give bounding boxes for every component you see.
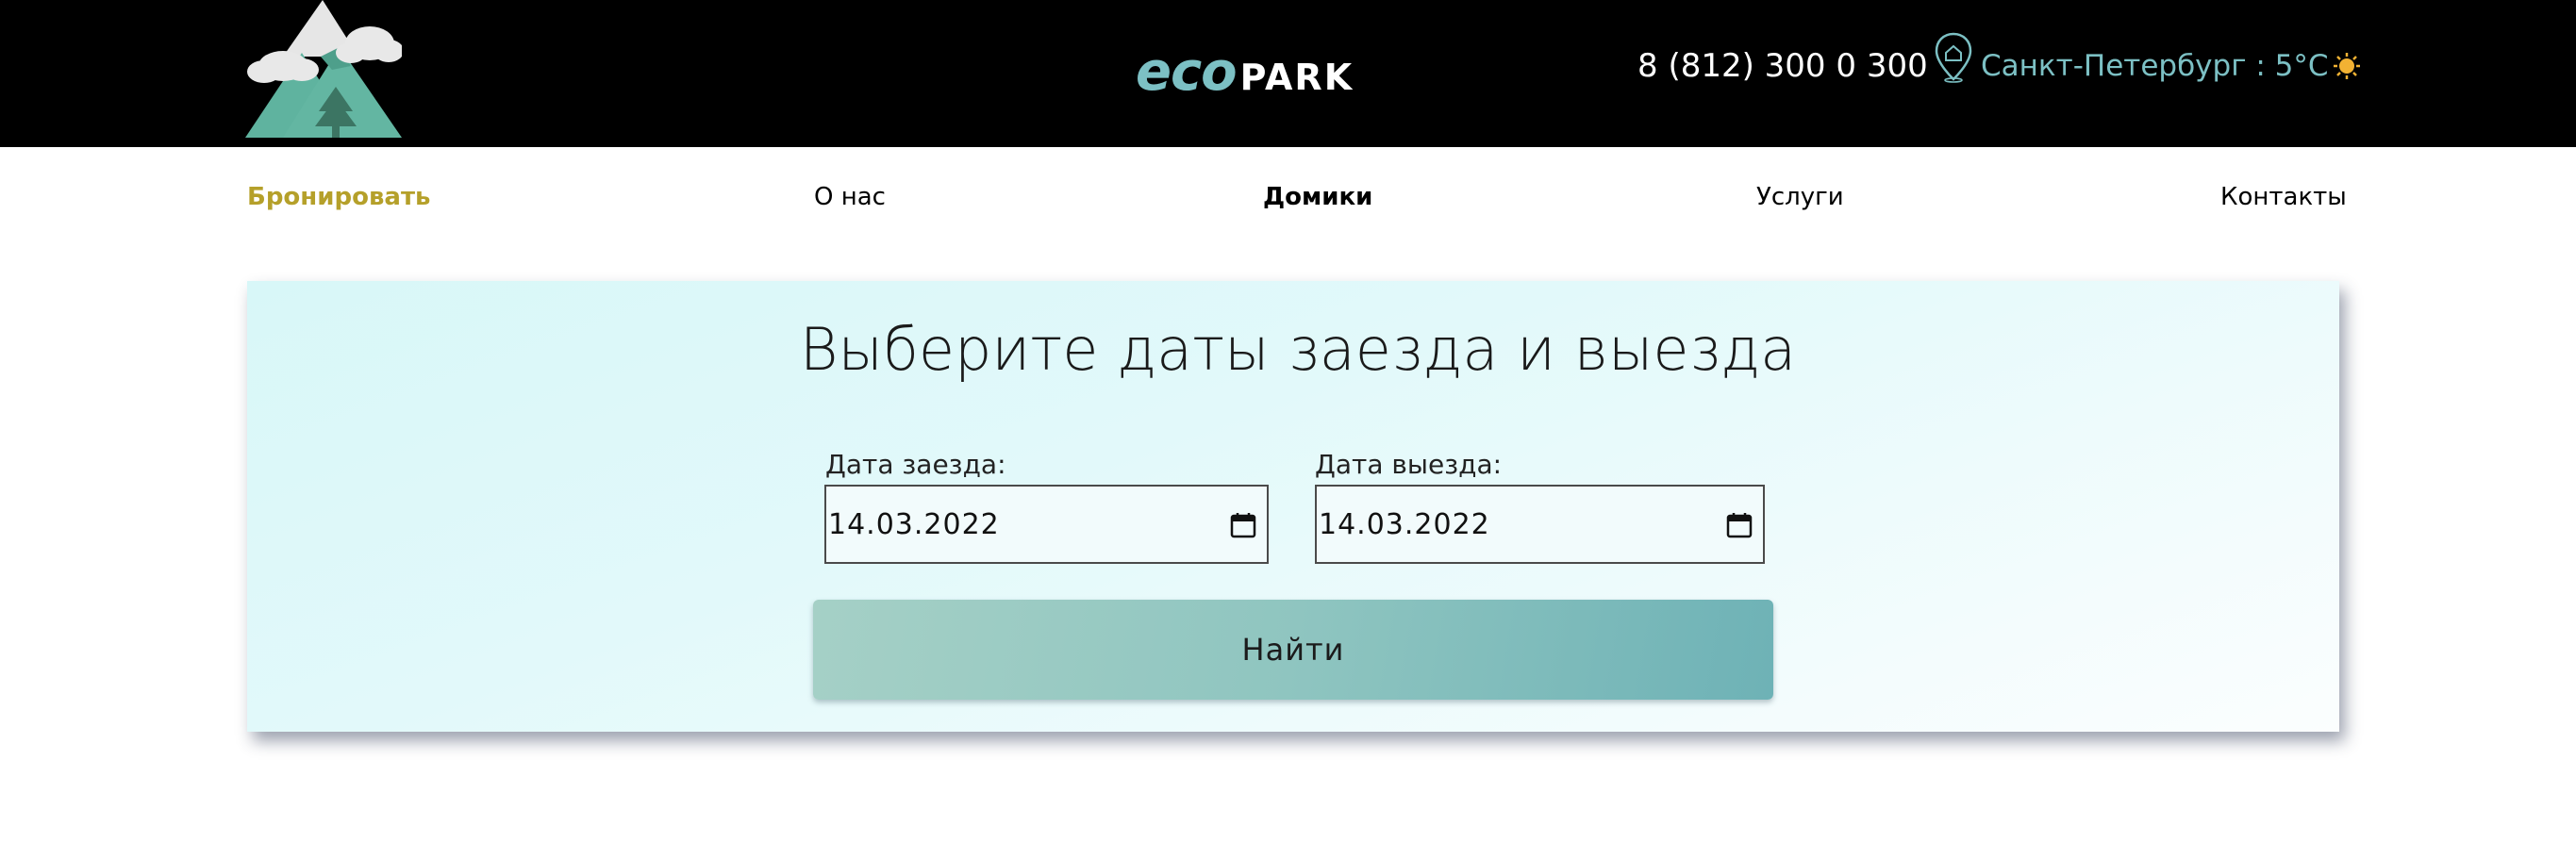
checkin-date-value: 14.03.2022 <box>828 507 1000 541</box>
checkout-date-input[interactable]: 14.03.2022 <box>1315 485 1765 564</box>
city-weather: Санкт-Петербург : 5°С <box>1981 49 2361 83</box>
location-pin-icon <box>1935 32 1972 83</box>
search-button[interactable]: Найти <box>813 600 1773 700</box>
nav-book-link[interactable]: Бронировать <box>247 183 430 211</box>
booking-title: Выберите даты заезда и выезда <box>799 315 1797 384</box>
main-nav: Бронировать О нас Домики Услуги Контакты <box>247 183 2347 215</box>
sun-icon <box>2333 53 2360 79</box>
nav-about-link[interactable]: О нас <box>814 183 886 211</box>
checkout-date-value: 14.03.2022 <box>1319 507 1490 541</box>
nav-services-link[interactable]: Услуги <box>1756 183 1844 211</box>
nav-contacts-link[interactable]: Контакты <box>2220 183 2347 211</box>
checkin-label: Дата заезда: <box>825 449 1006 480</box>
mountain-logo-icon[interactable] <box>245 0 402 138</box>
nav-houses-link[interactable]: Домики <box>1263 183 1372 211</box>
checkin-date-input[interactable]: 14.03.2022 <box>824 485 1269 564</box>
calendar-icon[interactable] <box>1725 511 1753 539</box>
checkout-label: Дата выезда: <box>1315 449 1503 480</box>
phone-number[interactable]: 8 (812) 300 0 300 <box>1637 47 1928 85</box>
brand-eco-text: eco <box>1136 41 1238 103</box>
city-weather-text: Санкт-Петербург : 5°С <box>1981 49 2329 83</box>
booking-panel: Выберите даты заезда и выезда Дата заезд… <box>247 281 2339 732</box>
brand-park-text: PARK <box>1239 57 1354 98</box>
site-header: eco PARK 8 (812) 300 0 300 Санкт-Петербу… <box>0 0 2576 147</box>
brand-logo[interactable]: eco PARK <box>1136 41 1354 103</box>
calendar-icon[interactable] <box>1229 511 1257 539</box>
